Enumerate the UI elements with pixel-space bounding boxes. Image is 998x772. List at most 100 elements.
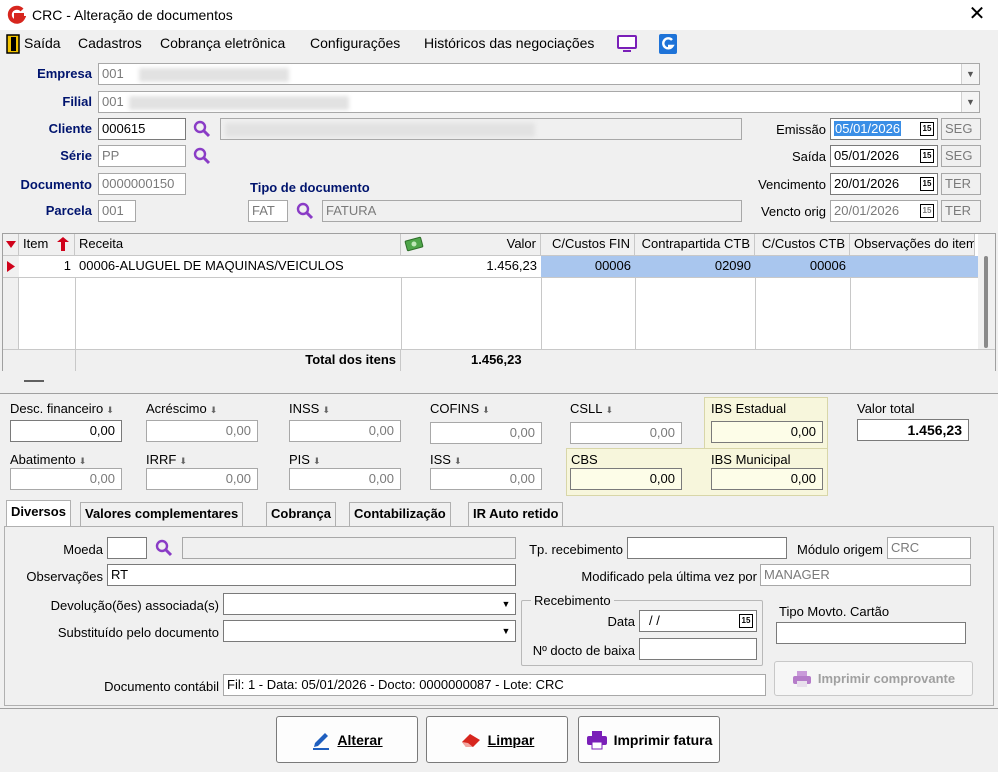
empresa-select[interactable]: 001 ▼	[98, 63, 980, 85]
menu-cobranca-eletronica[interactable]: Cobrança eletrônica	[160, 35, 285, 51]
cell-item: 1	[63, 258, 71, 273]
tab-panel-diversos: Moeda Observações RT Devolução(ões) asso…	[4, 526, 994, 706]
documento-input[interactable]: 0000000150	[98, 173, 186, 195]
tab-ir-auto-retido[interactable]: IR Auto retido	[468, 502, 564, 526]
doc-contabil-input[interactable]: Fil: 1 - Data: 05/01/2026 - Docto: 00000…	[223, 674, 766, 696]
imprimir-comprovante-button[interactable]: Imprimir comprovante	[774, 661, 973, 696]
tab-diversos[interactable]: Diversos	[6, 500, 71, 527]
vencto-orig-label: Vencto orig	[760, 204, 826, 219]
cofins-input[interactable]: 0,00	[430, 422, 542, 444]
alterar-button[interactable]: Alterar	[276, 716, 418, 763]
calendar-icon[interactable]: 15	[920, 177, 934, 191]
tipo-documento-code[interactable]: FAT	[248, 200, 288, 222]
splitter-handle[interactable]	[24, 380, 44, 382]
csll-input[interactable]: 0,00	[570, 422, 682, 444]
irrf-input[interactable]: 0,00	[146, 468, 258, 490]
serie-label: Série	[60, 148, 92, 163]
devolucoes-select[interactable]: ▼	[223, 593, 516, 615]
g-brand-icon[interactable]	[659, 34, 677, 54]
cbs-input[interactable]: 0,00	[570, 468, 682, 490]
calendar-icon[interactable]: 15	[739, 614, 753, 628]
substituido-select[interactable]: ▼	[223, 620, 516, 642]
info-arrow-icon: ⬇	[179, 456, 187, 466]
ibs-municipal-input[interactable]: 0,00	[711, 468, 823, 490]
inss-input[interactable]: 0,00	[289, 420, 401, 442]
tp-recebimento-input[interactable]	[627, 537, 787, 559]
ibs-estadual-input[interactable]: 0,00	[711, 421, 823, 443]
search-icon[interactable]	[193, 120, 211, 138]
calendar-icon[interactable]: 15	[920, 204, 934, 218]
chevron-down-icon[interactable]: ▼	[961, 64, 979, 84]
tab-cobranca[interactable]: Cobrança	[266, 502, 336, 526]
desc-financeiro-input[interactable]: 0,00	[10, 420, 122, 442]
filial-select[interactable]: 001 ▼	[98, 91, 980, 113]
vencto-orig-input[interactable]: 20/01/2026 15	[830, 200, 938, 222]
search-icon[interactable]	[296, 202, 314, 220]
imprimir-fatura-button[interactable]: Imprimir fatura	[578, 716, 720, 763]
grid-header-receita[interactable]: Receita	[75, 234, 401, 256]
row-divider	[3, 277, 978, 278]
grid-header-ccctb[interactable]: C/Custos CTB	[755, 234, 850, 256]
chevron-down-icon[interactable]: ▼	[961, 92, 979, 112]
observacoes-input[interactable]: RT	[107, 564, 516, 586]
vencimento-input[interactable]: 20/01/2026 15	[830, 173, 938, 195]
data-input[interactable]: / / 15	[639, 610, 757, 632]
tab-contabilizacao[interactable]: Contabilização	[349, 502, 451, 526]
exit-door-icon[interactable]	[6, 34, 20, 54]
emissao-label: Emissão	[776, 122, 826, 137]
cofins-label: COFINS ⬇	[430, 401, 490, 416]
cliente-input[interactable]: 000615	[98, 118, 186, 140]
observacoes-label: Observações	[26, 569, 103, 584]
doc-contabil-label: Documento contábil	[104, 679, 219, 694]
parcela-input[interactable]: 001	[98, 200, 136, 222]
saida-input[interactable]: 05/01/2026 15	[830, 145, 938, 167]
substituido-label: Substituído pelo documento	[57, 625, 219, 640]
pis-input[interactable]: 0,00	[289, 468, 401, 490]
docto-baixa-input[interactable]	[639, 638, 757, 660]
scrollbar-thumb[interactable]	[984, 256, 988, 348]
tipo-movto-input[interactable]	[776, 622, 966, 644]
menu-configuracoes[interactable]: Configurações	[310, 35, 400, 51]
total-itens-value: 1.456,23	[471, 352, 522, 367]
empresa-name-redacted	[139, 68, 289, 82]
iss-input[interactable]: 0,00	[430, 468, 542, 490]
serie-input[interactable]: PP	[98, 145, 186, 167]
calendar-icon[interactable]: 15	[920, 122, 934, 136]
vencto-orig-weekday: TER	[941, 200, 981, 222]
menu-saida[interactable]: Saída	[24, 35, 61, 51]
separator	[0, 708, 998, 709]
valor-total-input[interactable]: 1.456,23	[857, 419, 969, 441]
menu-historicos[interactable]: Históricos das negociações	[424, 35, 594, 51]
moeda-input[interactable]	[107, 537, 147, 559]
search-icon[interactable]	[155, 539, 173, 557]
modulo-origem-input[interactable]: CRC	[887, 537, 971, 559]
total-itens-label: Total dos itens	[75, 350, 401, 371]
grid-header-item[interactable]: Item	[19, 234, 75, 256]
grid-header-ccfin[interactable]: C/Custos FIN	[541, 234, 635, 256]
abatimento-input[interactable]: 0,00	[10, 468, 122, 490]
calendar-icon[interactable]: 15	[920, 149, 934, 163]
modificado-input[interactable]: MANAGER	[760, 564, 971, 586]
grid-header-valor[interactable]: Valor	[401, 234, 541, 256]
modulo-origem-label: Módulo origem	[797, 542, 883, 557]
info-arrow-icon: ⬇	[453, 456, 462, 466]
grid-header-obs[interactable]: Observações do item	[850, 234, 975, 256]
tp-recebimento-label: Tp. recebimento	[529, 542, 623, 557]
emissao-input[interactable]: 05/01/2026 15	[830, 118, 938, 140]
close-icon[interactable]: ✕	[964, 2, 990, 28]
cell-valor: 1.456,23	[486, 258, 537, 273]
info-arrow-icon: ⬇	[312, 456, 321, 466]
chevron-down-icon[interactable]: ▼	[497, 594, 515, 614]
monitor-icon[interactable]	[617, 35, 637, 53]
empresa-label: Empresa	[37, 66, 92, 81]
empresa-value: 001	[102, 66, 124, 81]
menu-cadastros[interactable]: Cadastros	[78, 35, 142, 51]
chevron-down-icon[interactable]: ▼	[497, 621, 515, 641]
grid-header-contrapartida[interactable]: Contrapartida CTB	[635, 234, 755, 256]
row-indicator	[3, 256, 19, 277]
limpar-button[interactable]: Limpar	[426, 716, 568, 763]
tab-valores-complementares[interactable]: Valores complementares	[80, 502, 244, 526]
acrescimo-input[interactable]: 0,00	[146, 420, 258, 442]
search-icon[interactable]	[193, 147, 211, 165]
grid-scrollbar[interactable]	[978, 234, 995, 349]
